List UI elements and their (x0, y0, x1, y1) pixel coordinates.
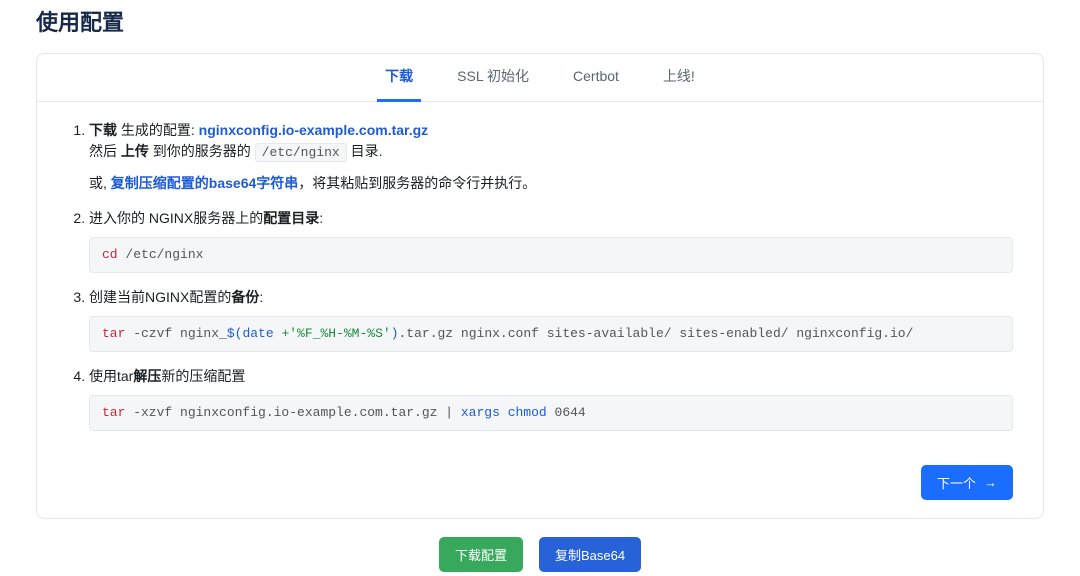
code-text: -xzvf nginxconfig.io-example.com.tar.gz … (125, 405, 460, 420)
step-1: 下载 生成的配置: nginxconfig.io-example.com.tar… (89, 120, 1013, 194)
code-cmd: tar (102, 326, 125, 341)
step3-bold: 备份 (231, 289, 259, 305)
step2-post: : (319, 210, 323, 226)
code-id: chmod (508, 405, 547, 420)
code-str: +'%F_%H-%M-%S' (274, 326, 391, 341)
step-4: 使用tar解压新的压缩配置 tar -xzvf nginxconfig.io-e… (89, 366, 1013, 431)
code-text: -czvf nginx_ (125, 326, 226, 341)
step-2: 进入你的 NGINX服务器上的配置目录: cd /etc/nginx (89, 208, 1013, 273)
code-text: .tar.gz nginx.conf sites-available/ site… (399, 326, 914, 341)
footer-buttons: 下载配置 复制Base64 (36, 519, 1044, 576)
step3-pre: 创建当前NGINX配置的 (89, 289, 231, 305)
step1-or-pre: 或, (89, 175, 111, 191)
code-cmd: tar (102, 405, 125, 420)
page-title: 使用配置 (36, 6, 1044, 39)
step4-code[interactable]: tar -xzvf nginxconfig.io-example.com.tar… (89, 395, 1013, 431)
etc-nginx-path: /etc/nginx (255, 143, 347, 162)
step4-post: 新的压缩配置 (161, 368, 245, 384)
setup-card: 下载 SSL 初始化 Certbot 上线! 下载 生成的配置: nginxco… (36, 53, 1044, 519)
step1-dir: 目录. (347, 143, 383, 159)
step1-upload-bold: 上传 (121, 143, 149, 159)
next-button[interactable]: 下一个 → (921, 465, 1013, 500)
step1-to-server: 到你的服务器的 (149, 143, 255, 159)
code-id: xargs (461, 405, 500, 420)
step4-pre: 使用tar (89, 368, 133, 384)
tabs: 下载 SSL 初始化 Certbot 上线! (37, 54, 1043, 102)
step4-bold: 解压 (133, 368, 161, 384)
step3-post: : (259, 289, 263, 305)
code-id: ) (391, 326, 399, 341)
download-config-button[interactable]: 下载配置 (439, 537, 523, 572)
tab-download[interactable]: 下载 (377, 52, 421, 102)
step2-code[interactable]: cd /etc/nginx (89, 237, 1013, 273)
code-text (500, 405, 508, 420)
step2-bold: 配置目录 (263, 210, 319, 226)
next-button-label: 下一个 (937, 473, 976, 492)
tab-go-live[interactable]: 上线! (655, 52, 703, 102)
tab-content: 下载 生成的配置: nginxconfig.io-example.com.tar… (37, 102, 1043, 461)
step1-then: 然后 (89, 143, 121, 159)
arrow-right-icon: → (984, 475, 997, 490)
code-id: date (242, 326, 273, 341)
code-cmd: cd (102, 247, 118, 262)
copy-base64-link[interactable]: 复制压缩配置的base64字符串 (111, 175, 298, 191)
step1-or-suf: ，将其粘贴到服务器的命令行并执行。 (298, 175, 536, 191)
step-3: 创建当前NGINX配置的备份: tar -czvf nginx_$(date +… (89, 287, 1013, 352)
step2-pre: 进入你的 NGINX服务器上的 (89, 210, 263, 226)
code-text: /etc/nginx (118, 247, 204, 262)
download-archive-link[interactable]: nginxconfig.io-example.com.tar.gz (199, 122, 428, 138)
steps-list: 下载 生成的配置: nginxconfig.io-example.com.tar… (67, 120, 1013, 431)
copy-base64-button[interactable]: 复制Base64 (539, 537, 641, 572)
tab-ssl-init[interactable]: SSL 初始化 (449, 52, 537, 102)
code-id: $( (227, 326, 243, 341)
step3-code[interactable]: tar -czvf nginx_$(date +'%F_%H-%M-%S').t… (89, 316, 1013, 352)
tab-certbot[interactable]: Certbot (565, 52, 627, 102)
code-text: 0644 (547, 405, 586, 420)
step1-text-a: 生成的配置: (117, 122, 199, 138)
step1-download-bold: 下载 (89, 122, 117, 138)
